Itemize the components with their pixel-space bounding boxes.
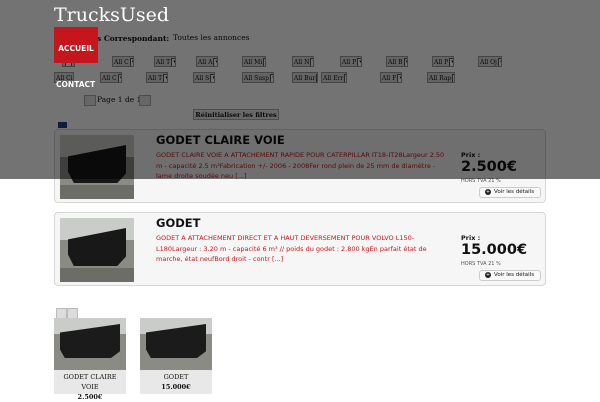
filter-select[interactable]: All P ▾ xyxy=(340,56,362,67)
view-details-label: Voir les détails xyxy=(494,189,535,195)
filter-select[interactable]: All Mi▾ xyxy=(242,56,266,67)
filter-select[interactable]: All N▾ xyxy=(292,56,314,67)
filter-select[interactable]: All C▾ xyxy=(112,56,134,67)
filter-select[interactable]: All T ▾ xyxy=(154,56,176,67)
listing-description: GODET CLAIRE VOIE A ATTACHEMENT RAPIDE P… xyxy=(156,151,445,180)
listing-title[interactable]: GODET CLAIRE VOIE xyxy=(156,133,285,147)
listing-card[interactable]: GODET GODET A ATTACHEMENT DIRECT ET A HA… xyxy=(54,212,546,286)
thumbnail-title: GODET CLAIRE VOIE xyxy=(63,373,117,391)
listing-title[interactable]: GODET xyxy=(156,216,200,230)
flag-icon[interactable] xyxy=(58,122,67,128)
plus-circle-icon: + xyxy=(485,188,491,195)
listing-image[interactable] xyxy=(60,135,134,199)
thumbnail-title: GODET xyxy=(163,373,189,381)
filter-select[interactable]: All Err▾ xyxy=(321,72,347,83)
filter-select[interactable]: All Bur▾ xyxy=(292,72,318,83)
thumbnail-image[interactable] xyxy=(54,318,126,370)
thumbnail-caption[interactable]: GODET CLAIRE VOIE 2.500€ xyxy=(54,370,126,401)
filter-select[interactable]: All S ▾ xyxy=(193,72,215,83)
thumbnail-caption[interactable]: GODET 15.000€ xyxy=(140,370,212,394)
thumbnail-image[interactable] xyxy=(140,318,212,370)
price-label: Prix : xyxy=(461,234,481,242)
view-details-label: Voir les détails xyxy=(494,272,535,278)
previous-page-button[interactable] xyxy=(84,95,96,106)
next-page-button[interactable] xyxy=(139,95,151,106)
all-listings-link[interactable]: Toutes les annonces xyxy=(173,33,250,42)
view-details-button[interactable]: + Voir les détails xyxy=(479,187,541,198)
listing-price: 15.000€ xyxy=(461,242,528,258)
site-title[interactable]: TrucksUsed xyxy=(54,4,169,26)
page-info: Page 1 de 1 xyxy=(97,95,142,104)
filter-select[interactable]: All A ▾ xyxy=(196,56,218,67)
menu-item-home[interactable]: ACCUEIL xyxy=(54,27,98,63)
reset-filters-button[interactable]: Réinitialiser les filtres xyxy=(193,109,279,120)
price-label: Prix : xyxy=(461,151,481,159)
thumbnail-price: 2.500€ xyxy=(77,393,103,401)
filter-select[interactable]: All Oj▾ xyxy=(478,56,502,67)
filter-select[interactable]: All B ▾ xyxy=(386,56,408,67)
view-details-button[interactable]: + Voir les détails xyxy=(479,270,541,281)
thumbnail-price: 15.000€ xyxy=(161,383,191,391)
filter-select[interactable]: All T ▾ xyxy=(146,72,168,83)
filter-select[interactable]: All Susp▾ xyxy=(242,72,274,83)
plus-circle-icon: + xyxy=(485,271,491,278)
listing-price: 2.500€ xyxy=(461,159,517,175)
tax-note: HORS TVA 21 % xyxy=(461,178,501,184)
listing-image[interactable] xyxy=(60,218,134,282)
listing-description: GODET A ATTACHEMENT DIRECT ET A HAUT DEV… xyxy=(156,234,427,263)
filter-label: s Correspondant: xyxy=(97,34,170,43)
menu-item-contact[interactable]: CONTACT xyxy=(56,80,95,89)
filter-select[interactable]: All P ▾ xyxy=(432,56,454,67)
listing-card[interactable]: GODET CLAIRE VOIE GODET CLAIRE VOIE A AT… xyxy=(54,129,546,203)
tax-note: HORS TVA 21 % xyxy=(461,261,501,267)
filter-select[interactable]: All C▾ xyxy=(100,72,122,83)
filter-select[interactable]: All Rap▾ xyxy=(427,72,455,83)
filter-select[interactable]: All F ▾ xyxy=(380,72,402,83)
